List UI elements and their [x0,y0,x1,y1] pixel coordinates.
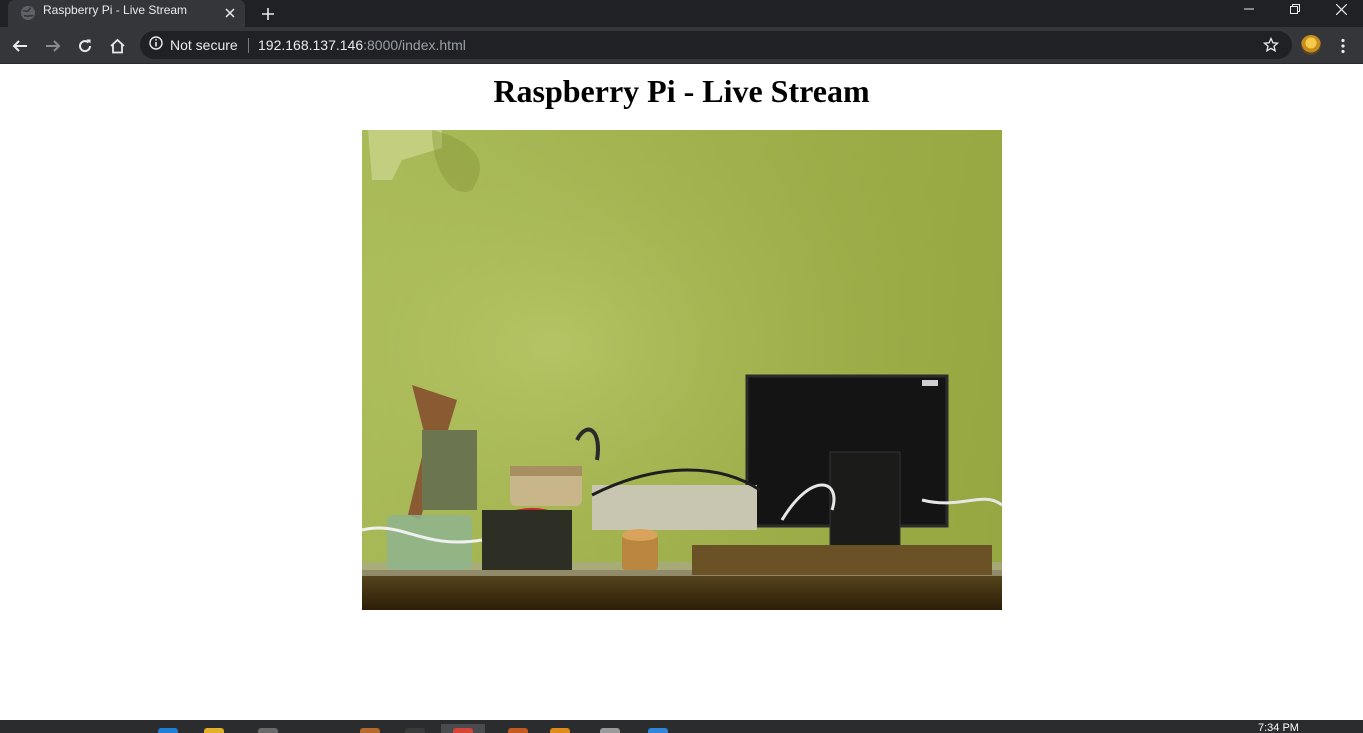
home-icon[interactable] [103,32,131,60]
bookmark-star-icon[interactable] [1262,36,1280,54]
app-icon-3[interactable] [405,728,425,733]
url-divider [248,38,249,53]
browser-toolbar: Not secure 192.168.137.146:8000/index.ht… [0,27,1363,64]
minimize-icon[interactable] [1226,0,1272,18]
url-host: 192.168.137.146 [258,37,364,53]
tab-title: Raspberry Pi - Live Stream [43,3,188,17]
close-tab-icon[interactable] [220,3,240,23]
chrome-icon [453,728,473,733]
address-bar[interactable]: Not secure 192.168.137.146:8000/index.ht… [140,31,1292,59]
globe-icon [20,5,36,21]
new-tab-icon[interactable] [256,2,280,26]
windows-taskbar: 7:34 PM [0,720,1363,733]
page-viewport: Raspberry Pi - Live Stream [0,64,1363,720]
app-icon-5[interactable] [550,728,570,733]
site-info-button[interactable]: Not secure [149,31,238,59]
security-label: Not secure [170,37,238,53]
more-menu-icon[interactable] [1332,32,1354,60]
window-close-icon[interactable] [1318,0,1363,18]
forward-arrow-icon[interactable] [39,32,67,60]
stream-frame-illustration [362,130,1002,610]
browser-tab[interactable]: Raspberry Pi - Live Stream [8,0,245,27]
url-text[interactable]: 192.168.137.146:8000/index.html [258,37,466,53]
app-icon-2[interactable] [360,728,380,733]
info-icon [149,35,163,55]
app-icon-6[interactable] [600,728,620,733]
tab-strip: Raspberry Pi - Live Stream [0,0,1363,27]
taskbar-clock[interactable]: 7:34 PM [1258,722,1299,733]
page-title: Raspberry Pi - Live Stream [493,73,870,109]
app-icon-4[interactable] [508,728,528,733]
app-icon-7[interactable] [648,728,668,733]
back-arrow-icon[interactable] [6,32,34,60]
profile-avatar[interactable] [1301,35,1321,55]
live-stream-image [362,130,1002,610]
edge-icon[interactable] [158,728,178,733]
reload-icon[interactable] [71,32,99,60]
app-icon[interactable] [258,728,278,733]
file-explorer-icon[interactable] [204,728,224,733]
restore-icon[interactable] [1272,0,1318,18]
url-path: :8000/index.html [363,37,466,53]
